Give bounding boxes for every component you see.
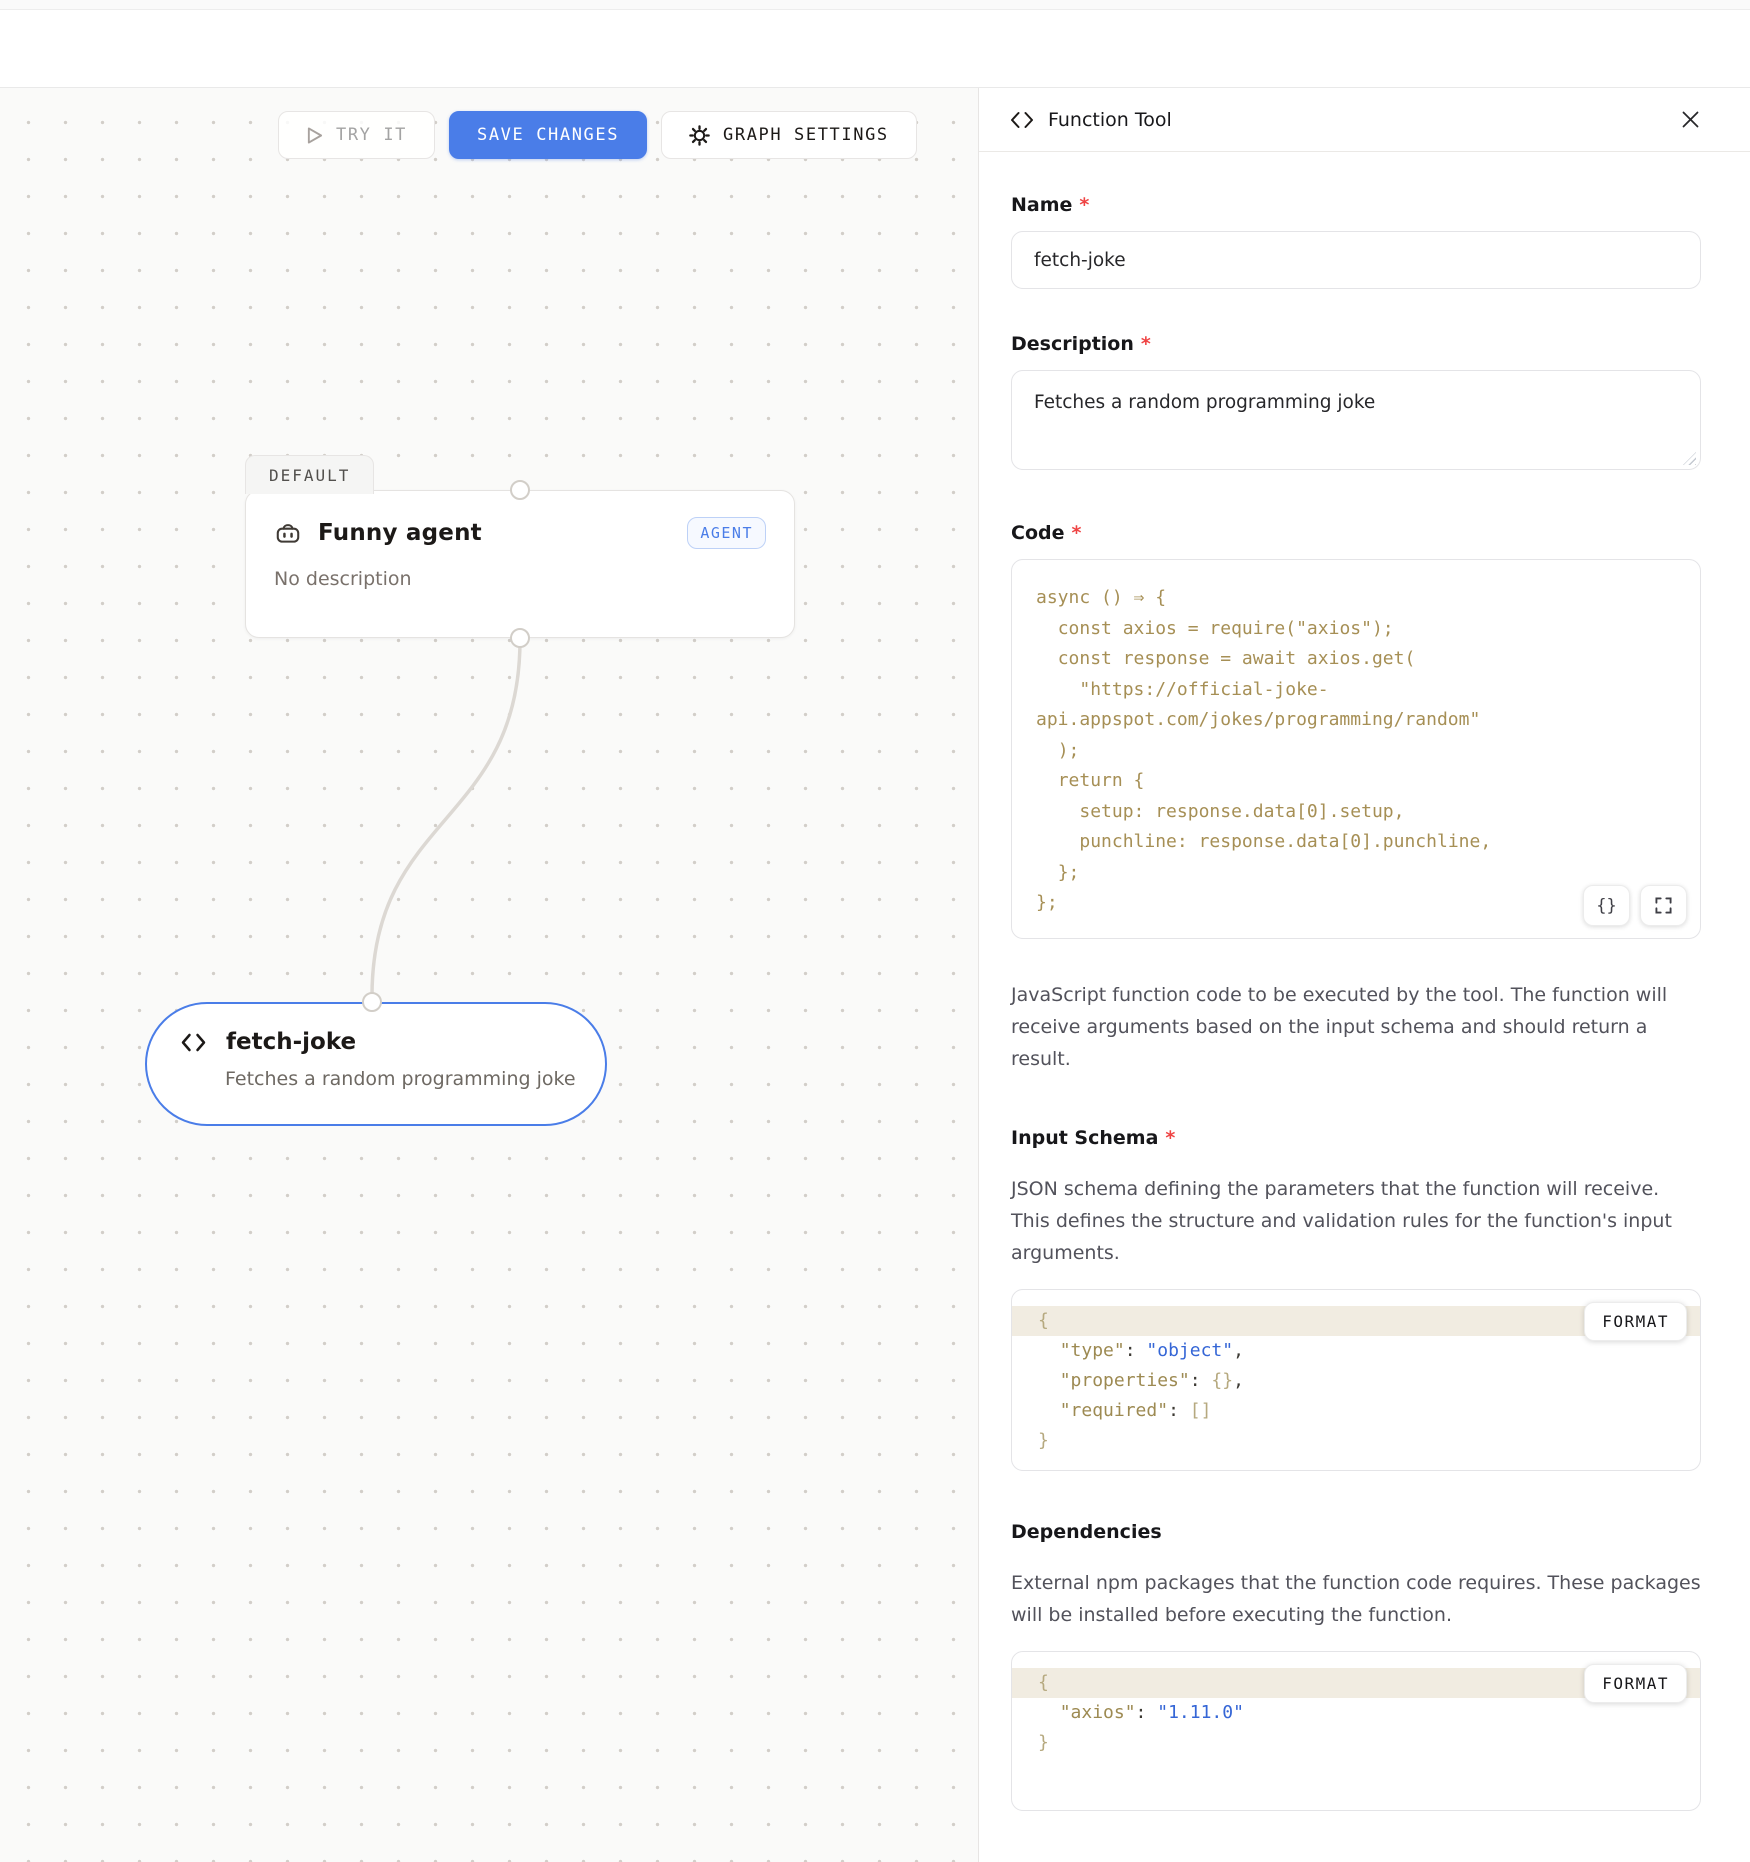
input-schema-editor[interactable]: FORMAT { "type": "object", "properties":… xyxy=(1011,1289,1701,1471)
tool-node-input-handle[interactable] xyxy=(362,992,382,1012)
code-editor-actions: {} xyxy=(1583,885,1687,926)
dependencies-editor[interactable]: FORMAT { "axios": "1.11.0"} xyxy=(1011,1651,1701,1811)
input-schema-help-text: JSON schema defining the parameters that… xyxy=(1011,1173,1701,1269)
try-it-label: TRY IT xyxy=(336,125,407,145)
dependencies-label: Dependencies xyxy=(1011,1521,1700,1543)
agent-node-description: No description xyxy=(274,568,766,590)
agent-node-title: Funny agent xyxy=(318,520,482,546)
panel-body: Name* Description* Fetches a random prog… xyxy=(979,152,1750,1851)
code-brackets-icon xyxy=(180,1032,207,1053)
format-code-button[interactable]: {} xyxy=(1583,885,1630,926)
group-tab-label: DEFAULT xyxy=(269,466,350,485)
description-textarea[interactable]: Fetches a random programming joke xyxy=(1011,370,1701,470)
graph-canvas[interactable]: TRY IT SAVE CHANGES xyxy=(0,88,978,1862)
description-label: Description* xyxy=(1011,333,1700,355)
name-label: Name* xyxy=(1011,194,1700,216)
node-funny-agent[interactable]: Funny agent AGENT No description xyxy=(245,490,795,638)
dependencies-group: Dependencies External npm packages that … xyxy=(1011,1521,1700,1811)
code-label: Code* xyxy=(1011,522,1700,544)
agent-node-header: Funny agent AGENT xyxy=(274,517,766,549)
app-root: TRY IT SAVE CHANGES xyxy=(0,0,1750,1862)
required-marker: * xyxy=(1071,522,1081,544)
format-input-schema-button[interactable]: FORMAT xyxy=(1584,1302,1687,1341)
json-code-line: "required": [] xyxy=(1012,1396,1700,1426)
save-changes-label: SAVE CHANGES xyxy=(477,125,619,145)
code-field-group: Code* async () ⇒ { const axios = require… xyxy=(1011,522,1700,1075)
try-it-button[interactable]: TRY IT xyxy=(278,111,435,159)
tool-node-title: fetch-joke xyxy=(226,1029,356,1055)
panel-title: Function Tool xyxy=(1048,109,1172,131)
format-dependencies-button[interactable]: FORMAT xyxy=(1584,1664,1687,1703)
agent-node-input-handle[interactable] xyxy=(510,480,530,500)
required-marker: * xyxy=(1165,1127,1175,1149)
window-top-strip xyxy=(0,0,1750,10)
agent-type-badge: AGENT xyxy=(687,517,766,549)
input-schema-label: Input Schema* xyxy=(1011,1127,1700,1149)
function-tool-panel: Function Tool Name* Description* Fetche xyxy=(978,88,1750,1862)
play-icon xyxy=(306,126,323,145)
graph-settings-button[interactable]: GRAPH SETTINGS xyxy=(661,111,917,159)
json-code-line: "properties": {}, xyxy=(1012,1366,1700,1396)
braces-icon: {} xyxy=(1596,896,1616,916)
code-editor-content[interactable]: async () ⇒ { const axios = require("axio… xyxy=(1036,583,1676,919)
canvas-toolbar: TRY IT SAVE CHANGES xyxy=(278,111,917,159)
required-marker: * xyxy=(1141,333,1151,355)
edge-agent-to-tool xyxy=(0,88,978,1862)
expand-fullscreen-button[interactable] xyxy=(1640,885,1687,926)
required-marker: * xyxy=(1079,194,1089,216)
description-field-group: Description* Fetches a random programmin… xyxy=(1011,333,1700,470)
name-input[interactable] xyxy=(1011,231,1701,289)
json-code-line: } xyxy=(1012,1426,1700,1456)
panel-header: Function Tool xyxy=(979,88,1750,152)
save-changes-button[interactable]: SAVE CHANGES xyxy=(449,111,647,159)
input-schema-group: Input Schema* JSON schema defining the p… xyxy=(1011,1127,1700,1471)
node-fetch-joke[interactable]: fetch-joke Fetches a random programming … xyxy=(145,1002,607,1126)
name-field-group: Name* xyxy=(1011,194,1700,289)
dependencies-help-text: External npm packages that the function … xyxy=(1011,1567,1701,1631)
close-panel-button[interactable] xyxy=(1677,106,1704,133)
json-code-line: } xyxy=(1012,1728,1700,1758)
tool-node-description: Fetches a random programming joke xyxy=(147,1068,605,1090)
code-editor[interactable]: async () ⇒ { const axios = require("axio… xyxy=(1011,559,1701,939)
robot-icon xyxy=(274,519,302,547)
code-help-text: JavaScript function code to be executed … xyxy=(1011,979,1701,1075)
code-brackets-icon xyxy=(1010,111,1034,129)
agent-node-output-handle[interactable] xyxy=(510,628,530,648)
group-tab-default[interactable]: DEFAULT xyxy=(245,455,374,494)
gear-icon xyxy=(689,125,710,146)
fullscreen-icon xyxy=(1655,897,1672,914)
app-top-bar xyxy=(0,10,1750,88)
tool-node-header: fetch-joke xyxy=(147,1004,605,1055)
graph-settings-label: GRAPH SETTINGS xyxy=(723,125,889,145)
